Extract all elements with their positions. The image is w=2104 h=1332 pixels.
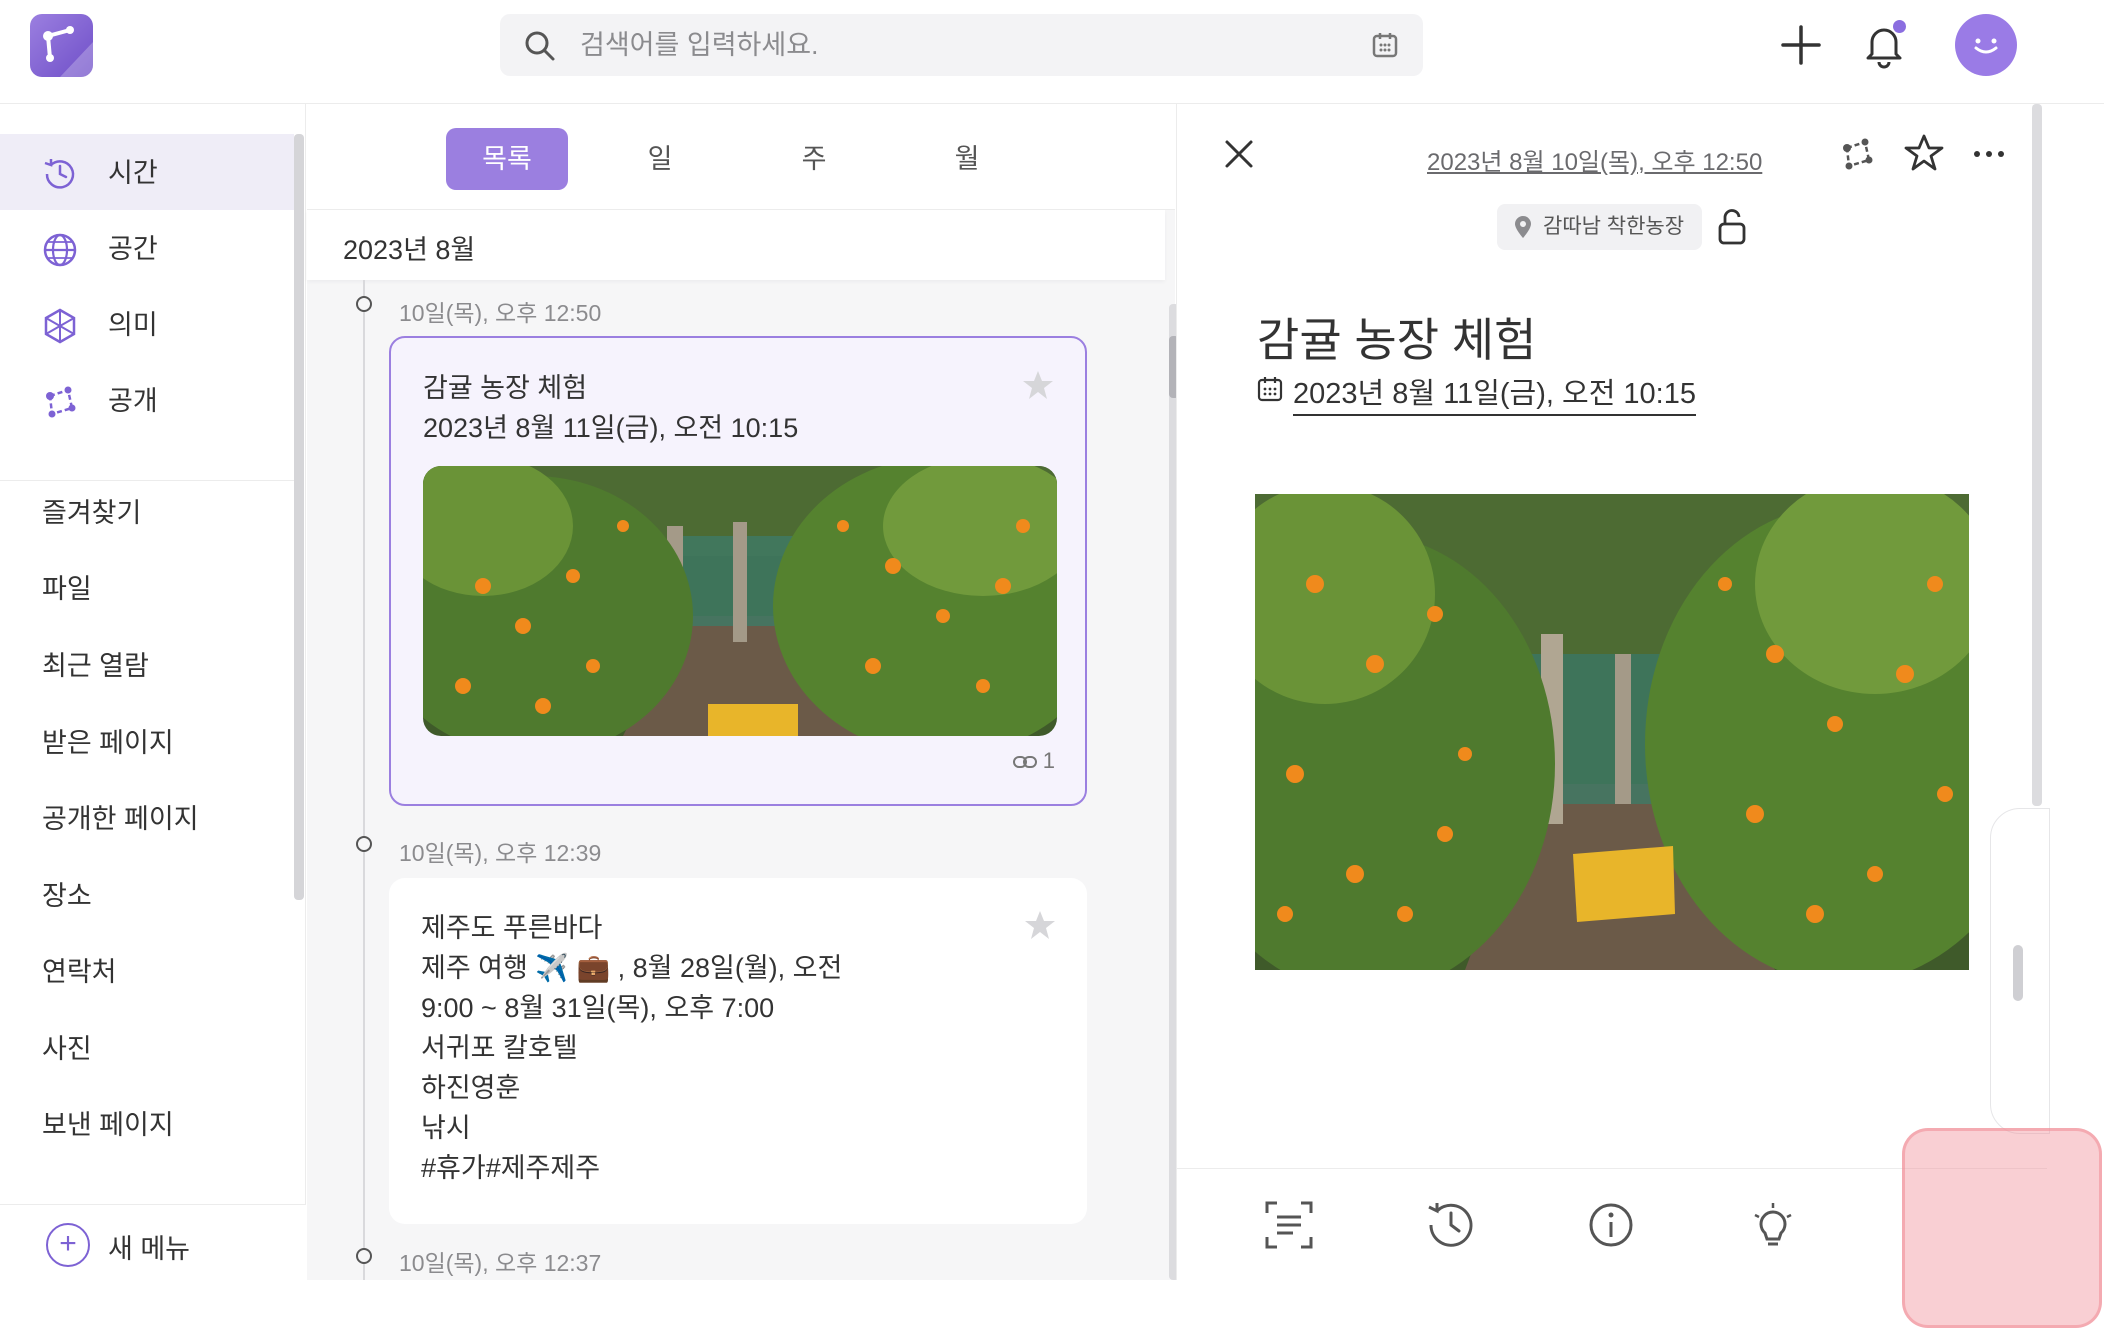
sidebar-item-label: 공간 (108, 234, 158, 264)
lightbulb-icon[interactable] (1743, 1195, 1803, 1255)
tab-week[interactable]: 주 (753, 128, 875, 190)
timeline-line (363, 280, 365, 1280)
info-icon[interactable] (1581, 1195, 1641, 1255)
created-date-link[interactable]: 2023년 8월 10일(목), 오후 12:50 (1427, 142, 1762, 177)
close-icon[interactable] (1219, 134, 1259, 174)
search-bar[interactable]: 검색어를 입력하세요. (500, 14, 1423, 76)
unlock-icon[interactable] (1715, 208, 1749, 246)
sidebar-item-label: 공개 (108, 386, 158, 416)
tab-day[interactable]: 일 (599, 128, 721, 190)
timeline-card-selected[interactable]: 감귤 농장 체험 2023년 8월 11일(금), 오전 10:15 1 (389, 336, 1087, 806)
star-icon[interactable] (1021, 368, 1055, 402)
timeline-dot (356, 836, 372, 852)
side-panel-handle[interactable] (1990, 808, 2050, 1134)
link-count: 1 (1012, 748, 1055, 774)
timeline-card[interactable]: 제주도 푸른바다 제주 여행 ✈️ 💼 , 8월 28일(월), 오전 9:00… (389, 878, 1087, 1224)
smile-face-icon (1974, 38, 1998, 54)
app-logo[interactable] (30, 14, 93, 77)
new-menu-label: 새 메뉴 (108, 1234, 191, 1264)
star-outline-icon[interactable] (1903, 132, 1945, 174)
tab-list[interactable]: 목록 (446, 128, 568, 190)
orange-orchard-image (1255, 494, 1969, 970)
detail-panel: 2023년 8월 10일(목), 오후 12:50 감따남 착한농장 감귤 농장… (1176, 104, 2047, 1280)
notification-dot (1893, 20, 1906, 33)
detail-scrollbar[interactable] (2032, 104, 2042, 806)
timeline-dot (356, 1248, 372, 1264)
timeline-time: 10일(목), 오후 12:37 (399, 1250, 602, 1276)
history-icon[interactable] (1421, 1195, 1481, 1255)
search-input[interactable]: 검색어를 입력하세요. (580, 28, 819, 62)
location-chip[interactable]: 감따남 착한농장 (1497, 204, 1703, 250)
location-pin-icon (1515, 216, 1531, 238)
handle-grip[interactable] (2013, 945, 2023, 1001)
timeline-time: 10일(목), 오후 12:39 (399, 840, 602, 866)
sidebar-item-space[interactable]: 공간 (0, 210, 294, 286)
card-date: 2023년 8월 11일(금), 오전 10:15 (423, 413, 799, 443)
history-clock-icon (44, 159, 75, 189)
calendar-icon[interactable] (1371, 31, 1399, 59)
highlight-overlay (1902, 1128, 2102, 1328)
location-label: 감따남 착한농장 (1543, 215, 1685, 238)
new-menu-button[interactable]: + 새 메뉴 (0, 1204, 306, 1280)
sidebar-scrollbar[interactable] (294, 134, 304, 900)
month-header: 2023년 8월 (307, 210, 1165, 280)
sidebar-item-recent[interactable]: 최근 열람 (42, 649, 149, 683)
sidebar-item-label: 의미 (108, 310, 158, 340)
sidebar-item-received[interactable]: 받은 페이지 (42, 726, 174, 760)
sidebar-item-contacts[interactable]: 연락처 (42, 955, 117, 989)
sidebar-item-published[interactable]: 공개한 페이지 (42, 802, 199, 836)
event-date-text: 2023년 8월 11일(금), 오전 10:15 (1293, 378, 1696, 416)
plus-circle-icon: + (46, 1223, 90, 1267)
card-photo (423, 466, 1057, 736)
more-icon[interactable] (1969, 136, 2009, 172)
calendar-icon (1257, 377, 1283, 402)
sidebar-item-time[interactable]: 시간 (0, 134, 294, 210)
globe-icon (43, 233, 77, 267)
timeline-dot (356, 296, 372, 312)
avatar[interactable] (1955, 14, 2017, 76)
event-date[interactable]: 2023년 8월 11일(금), 오전 10:15 (1257, 370, 1696, 416)
star-icon[interactable] (1023, 908, 1057, 942)
sidebar-item-places[interactable]: 장소 (42, 879, 92, 913)
sidebar-item-public[interactable]: 공개 (0, 362, 294, 438)
share-nodes-icon[interactable] (1837, 134, 1877, 174)
sidebar-item-sent[interactable]: 보낸 페이지 (42, 1108, 174, 1142)
sidebar-item-label: 시간 (108, 158, 158, 188)
sidebar-item-favorites[interactable]: 즐겨찾기 (42, 496, 141, 530)
tab-month[interactable]: 월 (906, 128, 1028, 190)
sidebar-item-files[interactable]: 파일 (42, 572, 92, 606)
sidebar: 시간 공간 의미 공개 즐겨찾기 파일 최근 열람 받은 페이지 공개한 페이지… (0, 104, 306, 1280)
link-count-value: 1 (1042, 748, 1055, 773)
orange-orchard-image (423, 466, 1057, 736)
network-hexagon-icon (44, 308, 76, 344)
sidebar-item-photos[interactable]: 사진 (42, 1032, 92, 1066)
card-body: 제주도 푸른바다 제주 여행 ✈️ 💼 , 8월 28일(월), 오전 9:00… (421, 913, 843, 1183)
top-bar: 검색어를 입력하세요. (0, 0, 2104, 104)
share-nodes-icon (46, 386, 76, 418)
timeline-time: 10일(목), 오후 12:50 (399, 300, 602, 326)
add-icon[interactable] (1778, 22, 1824, 68)
sidebar-divider (0, 480, 294, 481)
notification-bell-button[interactable] (1858, 18, 1910, 70)
page-title[interactable]: 감귤 농장 체험 (1257, 304, 1536, 370)
month-label: 2023년 8월 (343, 235, 476, 265)
timeline-panel: 목록 일 주 월 2023년 8월 10일(목), 오후 12:50 감귤 농장… (307, 104, 1179, 1280)
search-icon (525, 31, 555, 61)
detail-photo[interactable] (1255, 494, 1969, 970)
link-icon (1012, 756, 1037, 768)
sidebar-item-meaning[interactable]: 의미 (0, 286, 294, 362)
card-title: 감귤 농장 체험 (423, 373, 588, 403)
view-tabs: 목록 일 주 월 (307, 104, 1175, 210)
text-scan-icon[interactable] (1259, 1195, 1319, 1255)
